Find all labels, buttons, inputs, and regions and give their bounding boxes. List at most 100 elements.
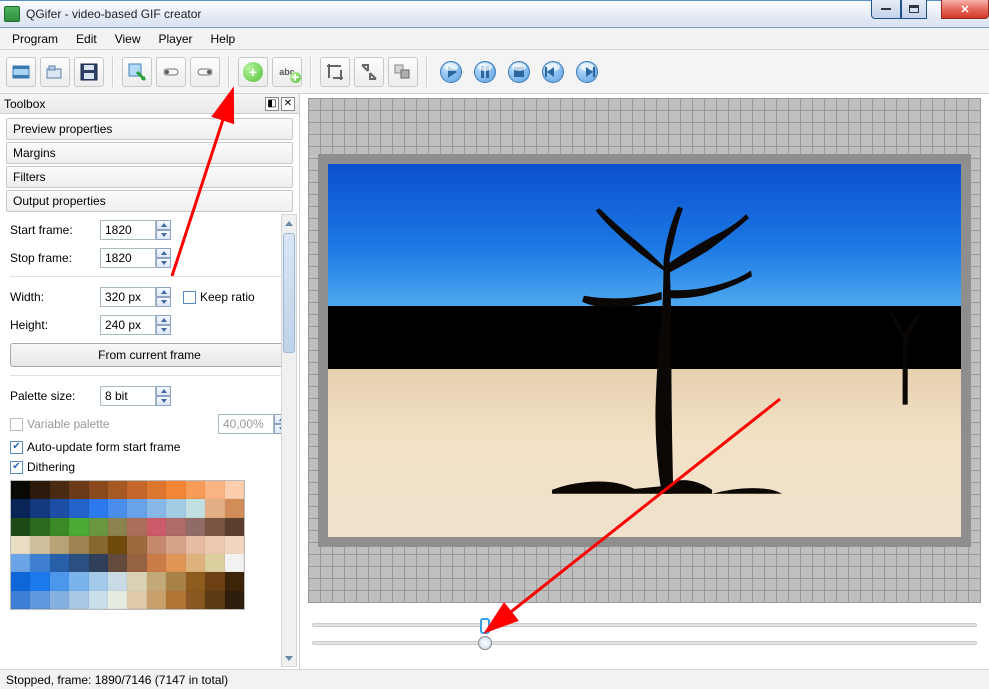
position-handle[interactable] [478,636,492,650]
set-stop-button[interactable] [190,57,220,87]
menu-view[interactable]: View [107,30,149,48]
prev-icon [542,61,564,83]
app-icon [4,6,20,22]
from-current-frame-button[interactable]: From current frame [10,343,289,367]
spin-down-icon[interactable] [156,297,171,307]
output-properties-pane: Start frame: Stop frame: Width: Keep rat… [0,212,299,669]
palette-swatch [127,536,146,554]
width-spin[interactable] [100,287,171,307]
palette-swatch [69,591,88,609]
height-spin[interactable] [100,315,171,335]
menu-program[interactable]: Program [4,30,66,48]
palette-swatch [89,591,108,609]
spin-down-icon[interactable] [156,230,171,240]
extract-gif-button[interactable] [122,57,152,87]
menu-help[interactable]: Help [203,30,244,48]
section-output-properties[interactable]: Output properties [6,190,293,212]
palette-swatch [89,518,108,536]
palette-swatch [186,572,205,590]
start-frame-input[interactable] [100,220,156,240]
spin-up-icon[interactable] [156,287,171,297]
palette-size-input[interactable] [100,386,156,406]
section-preview-properties[interactable]: Preview properties [6,118,293,140]
toolbox-float-button[interactable]: ◧ [265,97,279,111]
toolbox-sections: Preview properties Margins Filters Outpu… [0,114,299,212]
stop-button[interactable] [504,57,534,87]
palette-size-spin[interactable] [100,386,171,406]
spin-up-icon[interactable] [156,220,171,230]
filmstrip-icon [11,62,31,82]
palette-swatch [225,499,244,517]
spin-down-icon[interactable] [156,258,171,268]
toolbox-close-button[interactable]: ✕ [281,97,295,111]
palette-swatch [30,591,49,609]
stop-frame-spin[interactable] [100,248,171,268]
next-frame-button[interactable] [572,57,602,87]
height-input[interactable] [100,315,156,335]
auto-update-checkbox[interactable] [10,441,23,454]
palette-swatch [50,572,69,590]
palette-swatch [205,481,224,499]
set-start-button[interactable] [156,57,186,87]
plus-icon [243,62,263,82]
menubar: Program Edit View Player Help [0,28,989,50]
next-icon [576,61,598,83]
stop-frame-input[interactable] [100,248,156,268]
window-maximize-button[interactable] [901,0,927,19]
palette-swatch [30,536,49,554]
menu-player[interactable]: Player [151,30,201,48]
add-text-button[interactable]: abc [272,57,302,87]
palette-swatch [166,591,185,609]
scroll-down-icon[interactable] [282,650,296,666]
filters-button[interactable] [388,57,418,87]
palette-swatch [166,572,185,590]
auto-update-label: Auto-update form start frame [27,440,180,454]
palette-swatch [147,518,166,536]
video-frame [318,154,971,547]
palette-swatch [108,572,127,590]
palette-swatch [108,499,127,517]
add-object-button[interactable] [238,57,268,87]
width-input[interactable] [100,287,156,307]
spin-up-icon[interactable] [156,315,171,325]
play-button[interactable] [436,57,466,87]
section-margins[interactable]: Margins [6,142,293,164]
menu-edit[interactable]: Edit [68,30,105,48]
section-filters[interactable]: Filters [6,166,293,188]
palette-swatch [69,481,88,499]
palette-swatch [127,481,146,499]
prev-frame-button[interactable] [538,57,568,87]
open-project-button[interactable] [40,57,70,87]
start-frame-spin[interactable] [100,220,171,240]
scroll-up-icon[interactable] [282,215,296,231]
window-minimize-button[interactable] [871,0,901,19]
scroll-thumb[interactable] [283,233,295,353]
new-project-button[interactable] [6,57,36,87]
pause-button[interactable] [470,57,500,87]
resize-button[interactable] [354,57,384,87]
dithering-checkbox[interactable] [10,461,23,474]
props-scrollbar[interactable] [281,214,297,667]
palette-swatch [166,536,185,554]
keep-ratio-checkbox[interactable] [183,291,196,304]
palette-swatch [186,481,205,499]
spin-down-icon[interactable] [156,396,171,406]
palette-swatch [69,499,88,517]
window-close-button[interactable]: ✕ [941,0,989,19]
range-slider[interactable] [312,623,977,627]
palette-swatch [205,554,224,572]
width-label: Width: [10,290,94,304]
filters-icon [393,62,413,82]
crop-button[interactable] [320,57,350,87]
spin-down-icon[interactable] [156,325,171,335]
spin-up-icon[interactable] [156,248,171,258]
status-text: Stopped, frame: 1890/7146 (7147 in total… [6,673,228,687]
range-handle[interactable] [480,618,490,634]
frame-sliders [300,603,989,669]
save-project-button[interactable] [74,57,104,87]
position-slider[interactable] [312,641,977,645]
spin-up-icon[interactable] [156,386,171,396]
palette-swatch [225,481,244,499]
toolbox-panel: Toolbox ◧ ✕ Preview properties Margins F… [0,94,300,669]
palette-swatch [166,554,185,572]
